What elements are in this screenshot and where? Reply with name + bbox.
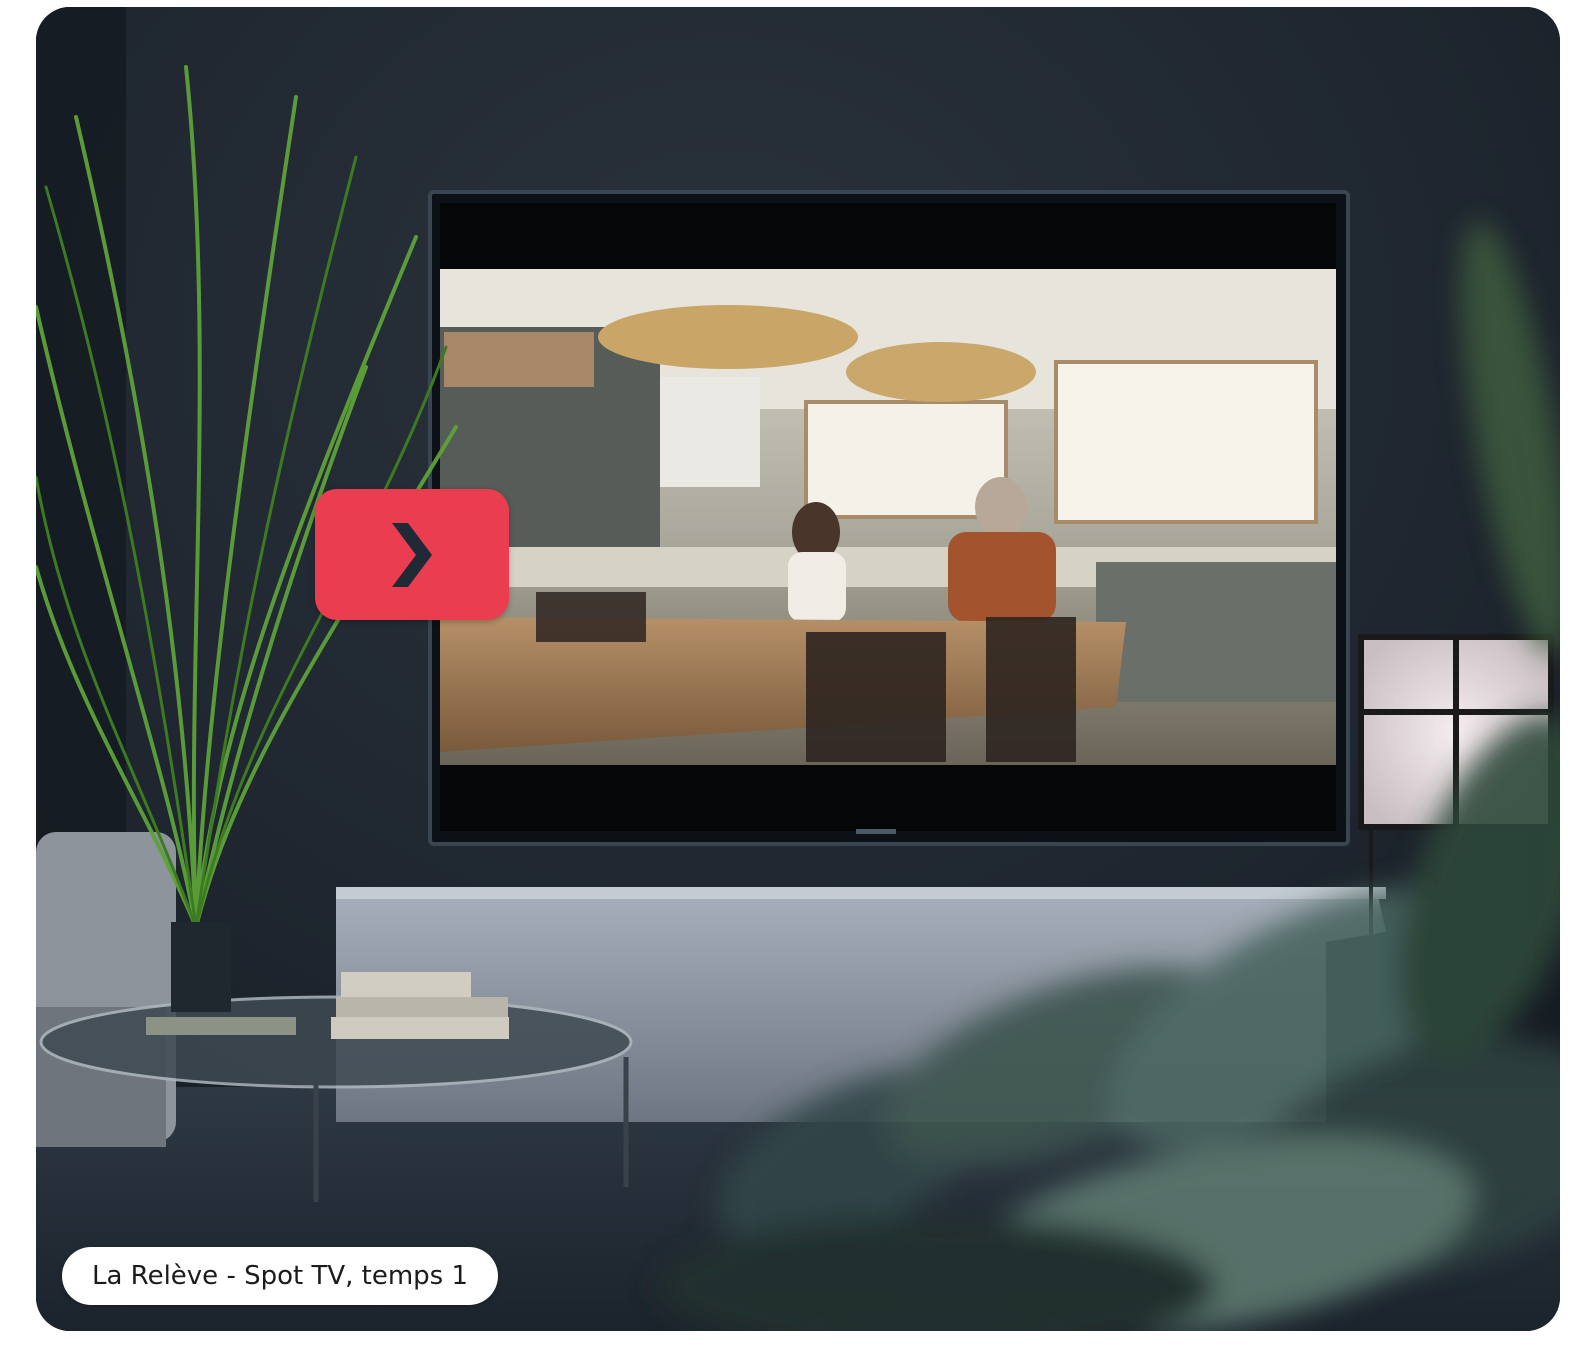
play-button[interactable] [315, 489, 509, 620]
chevron-right-icon [392, 522, 432, 587]
video-card[interactable]: La Relève - Spot TV, temps 1 [36, 7, 1560, 1331]
video-caption: La Relève - Spot TV, temps 1 [62, 1247, 499, 1305]
video-thumbnail [36, 7, 1560, 1331]
